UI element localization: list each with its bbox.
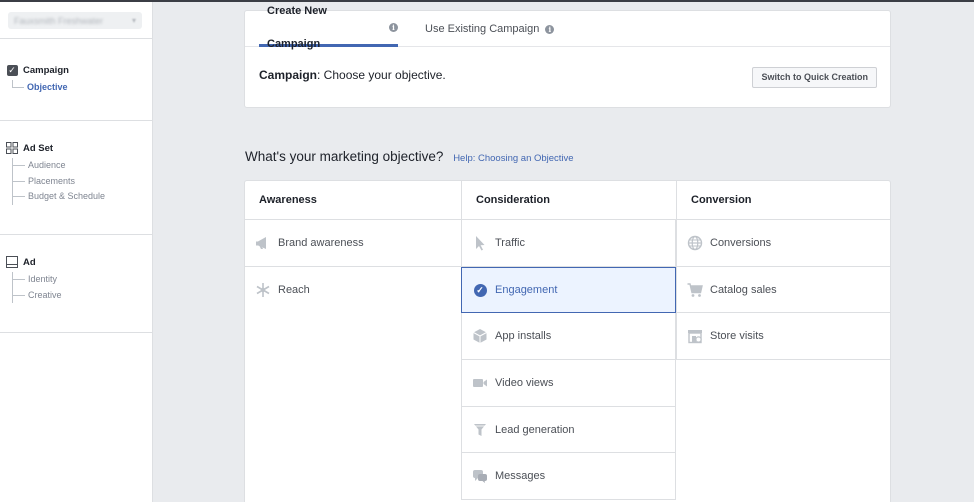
objective-label: App installs bbox=[495, 330, 552, 343]
tab-create-new-campaign[interactable]: Create New Campaign i bbox=[259, 5, 398, 50]
objective-label: Messages bbox=[495, 470, 546, 483]
tab-label: Create New Campaign bbox=[267, 4, 327, 50]
campaign-card: Create New Campaign i Use Existing Campa… bbox=[244, 5, 891, 108]
objective-label: Traffic bbox=[495, 236, 525, 249]
cart-icon bbox=[687, 282, 703, 298]
box-icon bbox=[472, 328, 488, 344]
sidebar-item-creative[interactable]: Creative bbox=[13, 288, 152, 304]
objective-lead-generation[interactable]: Lead generation bbox=[461, 406, 676, 454]
account-selector[interactable]: Fauxsmith Freshwater ▾ bbox=[8, 12, 142, 29]
objective-store-visits[interactable]: Store visits bbox=[676, 313, 891, 361]
tab-use-existing-campaign[interactable]: Use Existing Campaign i bbox=[425, 11, 555, 47]
objective-brand-awareness[interactable]: Brand awareness bbox=[245, 220, 461, 267]
objective-label: Catalog sales bbox=[710, 283, 777, 296]
sidebar-item-placements[interactable]: Placements bbox=[13, 174, 152, 190]
sidebar-item-campaign[interactable]: ✓ Campaign bbox=[6, 63, 152, 77]
objective-messages[interactable]: Messages bbox=[461, 453, 676, 501]
help-choosing-objective-link[interactable]: Help: Choosing an Objective bbox=[453, 153, 573, 164]
objective-label: Video views bbox=[495, 376, 554, 389]
objective-video-views[interactable]: Video views bbox=[461, 360, 676, 407]
account-name: Fauxsmith Freshwater bbox=[14, 15, 104, 26]
column-header: Consideration bbox=[461, 181, 676, 220]
objective-label: Lead generation bbox=[495, 423, 575, 436]
objective-label: Reach bbox=[278, 284, 310, 297]
tab-label: Use Existing Campaign bbox=[425, 22, 540, 35]
sidebar: Fauxsmith Freshwater ▾ ✓ Campaign Object… bbox=[0, 2, 153, 502]
column-conversion: Conversion Conversions Catalog sales Sto… bbox=[676, 181, 891, 361]
campaign-tree: Objective bbox=[12, 80, 152, 98]
objective-label: Store visits bbox=[710, 330, 764, 343]
objective-conversions[interactable]: Conversions bbox=[676, 220, 891, 267]
asterisk-icon bbox=[255, 282, 271, 298]
sidebar-item-identity[interactable]: Identity bbox=[13, 272, 152, 288]
sidebar-section-title: Ad Set bbox=[23, 142, 54, 154]
sidebar-item-adset[interactable]: Ad Set bbox=[6, 141, 152, 155]
switch-quick-creation-button[interactable]: Switch to Quick Creation bbox=[752, 67, 877, 88]
page-title: What's your marketing objective? bbox=[245, 149, 444, 164]
grid-icon bbox=[6, 142, 18, 154]
checkbox-icon: ✓ bbox=[6, 64, 18, 76]
funnel-icon bbox=[472, 422, 488, 438]
info-icon[interactable]: i bbox=[545, 24, 555, 34]
objective-catalog-sales[interactable]: Catalog sales bbox=[676, 266, 891, 314]
objective-label: Engagement bbox=[495, 284, 558, 297]
sidebar-section-ad: Ad Identity Creative bbox=[0, 235, 152, 333]
column-awareness: Awareness Brand awareness Reach bbox=[245, 181, 461, 313]
info-icon[interactable]: i bbox=[389, 23, 398, 32]
sidebar-item-ad[interactable]: Ad bbox=[6, 255, 152, 269]
objective-engagement[interactable]: ✓ Engagement bbox=[461, 266, 676, 314]
objective-traffic[interactable]: Traffic bbox=[461, 220, 676, 267]
chevron-down-icon: ▾ bbox=[131, 16, 136, 25]
check-circle-icon: ✓ bbox=[472, 282, 488, 298]
chat-bubbles-icon bbox=[472, 468, 488, 484]
video-camera-icon bbox=[472, 375, 488, 391]
globe-icon bbox=[687, 235, 703, 251]
column-header: Awareness bbox=[245, 181, 461, 220]
ad-frame-icon bbox=[6, 256, 18, 268]
sidebar-section-adset: Ad Set Audience Placements Budget & Sche… bbox=[0, 121, 152, 235]
objective-label: Brand awareness bbox=[278, 236, 364, 249]
sidebar-item-objective[interactable]: Objective bbox=[12, 80, 152, 96]
sidebar-item-budget-schedule[interactable]: Budget & Schedule bbox=[13, 189, 152, 205]
objective-grid: Awareness Brand awareness Reach Consider… bbox=[244, 180, 891, 502]
objective-label: Conversions bbox=[710, 236, 772, 249]
campaign-label: Campaign bbox=[259, 68, 318, 82]
sidebar-section-campaign: ✓ Campaign Objective bbox=[0, 39, 152, 121]
megaphone-icon bbox=[255, 235, 271, 251]
campaign-objective-prompt: Campaign: Choose your objective. bbox=[259, 68, 446, 82]
column-consideration: Consideration Traffic ✓ Engagement App i… bbox=[461, 181, 676, 501]
cursor-icon bbox=[472, 235, 488, 251]
ad-tree: Identity Creative bbox=[12, 272, 152, 303]
sidebar-section-title: Ad bbox=[23, 256, 36, 268]
objective-app-installs[interactable]: App installs bbox=[461, 313, 676, 361]
objective-reach[interactable]: Reach bbox=[245, 267, 461, 314]
sidebar-item-audience[interactable]: Audience bbox=[13, 158, 152, 174]
campaign-prompt-text: : Choose your objective. bbox=[317, 68, 446, 82]
sidebar-section-title: Campaign bbox=[23, 64, 69, 76]
column-header: Conversion bbox=[676, 181, 891, 220]
account-selector-area: Fauxsmith Freshwater ▾ bbox=[0, 2, 152, 39]
objective-heading: What's your marketing objective? Help: C… bbox=[245, 149, 574, 164]
campaign-tabs: Create New Campaign i Use Existing Campa… bbox=[245, 5, 890, 50]
store-icon bbox=[687, 328, 703, 344]
adset-tree: Audience Placements Budget & Schedule bbox=[12, 158, 152, 205]
